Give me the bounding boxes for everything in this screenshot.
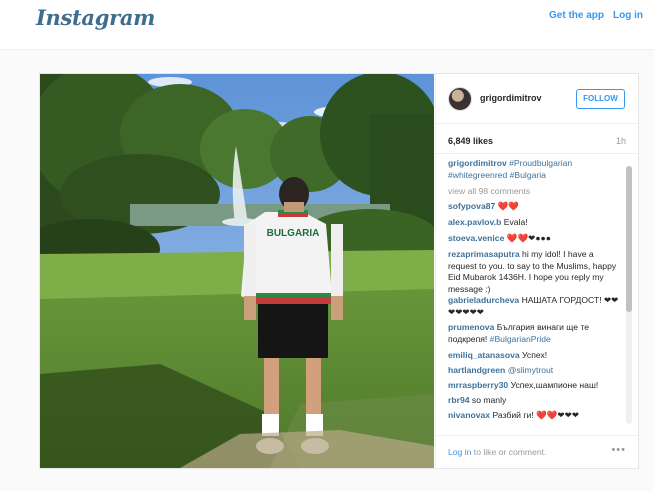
likes-count[interactable]: 6,849 likes xyxy=(448,136,493,146)
more-options-icon[interactable]: ••• xyxy=(611,444,626,456)
comment-username[interactable]: emiliq_atanasova xyxy=(448,350,520,360)
comment: rbr94 so manly xyxy=(448,395,624,407)
comment-username[interactable]: mrraspberry30 xyxy=(448,380,508,390)
comment-username[interactable]: rezaprimasaputra xyxy=(448,249,520,259)
post-username[interactable]: grigordimitrov xyxy=(480,93,542,103)
comment: emiliq_atanasova Успех! xyxy=(448,350,624,362)
login-link[interactable]: Log in xyxy=(613,10,643,21)
post-photo[interactable]: BULGARIA xyxy=(40,74,434,468)
comment-text: Разбий ги! ❤️❤️❤❤❤ xyxy=(492,410,580,420)
post-meta: 6,849 likes 1h xyxy=(436,124,640,154)
comment: gabrieladurcheva НАШАТА ГОРДОСТ! ❤❤❤❤❤❤❤ xyxy=(448,295,624,318)
post-header: grigordimitrov FOLLOW xyxy=(436,74,640,124)
comment-username[interactable]: nivanovax xyxy=(448,410,490,420)
comment-username[interactable]: rbr94 xyxy=(448,395,470,405)
scrollbar-thumb[interactable] xyxy=(626,166,632,312)
comment: mrraspberry30 Успех,шампионе наш! xyxy=(448,380,624,392)
comment: alex.pavlov.b Evala! xyxy=(448,217,624,229)
post-time: 1h xyxy=(615,136,626,146)
comment: nivanovax Разбий ги! ❤️❤️❤❤❤ xyxy=(448,410,624,422)
comments-scrollbar[interactable] xyxy=(626,166,632,424)
top-bar: Instagram Get the app Log in xyxy=(0,0,654,50)
post-footer: Log in to like or comment. ••• xyxy=(436,435,640,468)
comment: prumenova България винаги ще те подкрепя… xyxy=(448,322,624,345)
view-all-comments-link[interactable]: view all 98 comments xyxy=(448,186,530,196)
comment-hashtag[interactable]: #BulgarianPride xyxy=(490,334,551,344)
comment-username[interactable]: prumenova xyxy=(448,322,494,332)
comment: stoeva.venice ❤️❤️❤●●● xyxy=(448,233,624,245)
comment-username[interactable]: hartlandgreen xyxy=(448,365,505,375)
comment-text: so manly xyxy=(471,395,507,405)
post-card: BULGARIA grigordimitrov FOLLOW 6,849 lik… xyxy=(39,73,640,469)
get-the-app-link[interactable]: Get the app xyxy=(549,10,604,21)
comment: sofypova87 ❤️❤️ xyxy=(448,201,624,213)
follow-button[interactable]: FOLLOW xyxy=(576,89,625,109)
jacket-text: BULGARIA xyxy=(267,228,320,239)
post-sidebar: grigordimitrov FOLLOW 6,849 likes 1h gri… xyxy=(435,74,640,468)
caption-username[interactable]: grigordimitrov xyxy=(448,158,507,168)
comment-text: ❤️❤️❤●●● xyxy=(506,233,551,243)
comments-list: grigordimitrov #Proudbulgarian #whitegre… xyxy=(436,155,640,435)
comment: hartlandgreen @slimytrout xyxy=(448,365,624,377)
comment-mention[interactable]: @slimytrout xyxy=(508,365,554,375)
comment-text: Успех! xyxy=(522,350,548,360)
caption: grigordimitrov #Proudbulgarian #whitegre… xyxy=(448,158,624,181)
comment-text: Успех,шампионе наш! xyxy=(510,380,599,390)
comment-username[interactable]: alex.pavlov.b xyxy=(448,217,501,227)
avatar[interactable] xyxy=(448,87,472,111)
instagram-logo[interactable]: Instagram xyxy=(36,5,155,30)
comment: rezaprimasaputra hi my idol! I have a re… xyxy=(448,249,624,295)
footer-text: to like or comment. xyxy=(471,447,547,457)
comment-username[interactable]: sofypova87 xyxy=(448,201,495,211)
photo-illustration: BULGARIA xyxy=(40,74,434,468)
footer-login-link[interactable]: Log in xyxy=(448,447,471,457)
comment-username[interactable]: stoeva.venice xyxy=(448,233,504,243)
comment-username[interactable]: gabrieladurcheva xyxy=(448,295,519,305)
comment-text: ❤️❤️ xyxy=(497,201,520,211)
login-to-comment: Log in to like or comment. xyxy=(448,447,546,457)
comment-text: Evala! xyxy=(503,217,528,227)
